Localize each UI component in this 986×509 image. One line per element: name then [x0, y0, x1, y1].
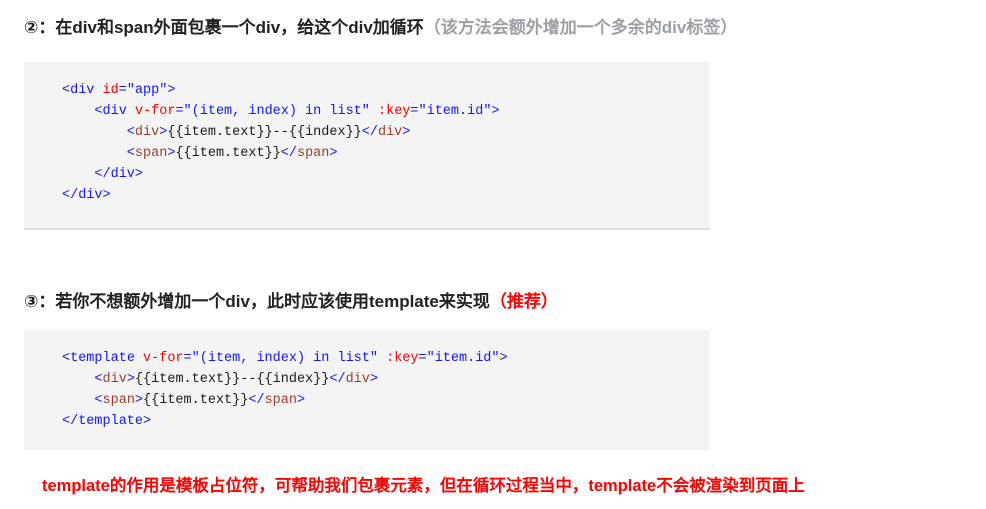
- section-note-2: （该方法会额外增加一个多余的div标签）: [423, 18, 738, 37]
- code-line: <span>{{item.text}}</span>: [24, 390, 710, 411]
- section-title-2: 在div和span外面包裹一个div，给这个div加循环: [55, 18, 424, 37]
- code-token-br: >: [102, 188, 111, 203]
- code-token-br: <: [62, 372, 103, 387]
- code-token-br: <: [62, 351, 71, 366]
- section-marker-2: ②：: [24, 18, 56, 37]
- code-token-br: </: [280, 146, 297, 161]
- code-token-br: >: [134, 393, 144, 408]
- code-token-attr: v-for: [134, 104, 176, 119]
- code-line: <div>{{item.text}}--{{index}}</div>: [24, 369, 710, 390]
- code-token-br: >: [499, 351, 508, 366]
- code-token-str: ="(item, index) in list": [175, 104, 370, 119]
- code-token-br: >: [167, 83, 176, 98]
- code-token-br: <: [62, 83, 71, 98]
- code-token-tag: div: [345, 372, 370, 387]
- code-token-br: >: [369, 372, 378, 387]
- code-token-str: ="app": [118, 83, 168, 98]
- code-token-attr: v-for: [143, 351, 184, 366]
- code-token-br: </: [62, 188, 79, 203]
- code-token-br: <: [62, 104, 103, 119]
- code-line: <span>{{item.text}}</span>: [24, 143, 710, 164]
- code-line: <div v-for="(item, index) in list" :key=…: [24, 101, 710, 122]
- code-line: </div>: [24, 164, 710, 185]
- code-token-tag: span: [134, 146, 168, 161]
- code-line: <div>{{item.text}}--{{index}}</div>: [24, 122, 710, 143]
- code-token-br: >: [329, 146, 338, 161]
- code-token-tag: span: [102, 393, 135, 408]
- tutorial-page: ②：在div和span外面包裹一个div，给这个div加循环（该方法会额外增加一…: [0, 0, 986, 509]
- code-token-tagb: div: [102, 104, 127, 119]
- code-token-br: </: [361, 125, 378, 140]
- code-block-template: <template v-for="(item, index) in list" …: [24, 330, 710, 450]
- code-token-str: ="item.id": [418, 351, 500, 366]
- code-line: <template v-for="(item, index) in list" …: [24, 348, 710, 369]
- code-token-attr: id: [102, 83, 119, 98]
- code-token-tagb: div: [78, 188, 103, 203]
- code-line: </div>: [24, 185, 710, 206]
- code-token-txt: {{item.text}}--{{index}}: [167, 125, 362, 140]
- code-token-tagb: template: [70, 351, 135, 366]
- footer-note: template的作用是模板占位符，可帮助我们包裹元素，但在循环过程当中，tem…: [42, 477, 805, 495]
- code-token-tagb: template: [78, 414, 144, 429]
- section-title-3: 若你不想额外增加一个div，此时应该使用template来实现: [55, 292, 490, 311]
- code-token-br: </: [248, 393, 265, 408]
- section-note-3: （推荐）: [489, 292, 558, 311]
- code-token-attr: :key: [386, 351, 419, 366]
- code-token-br: <: [62, 125, 135, 140]
- code-line: </template>: [24, 411, 710, 432]
- code-token-str: ="(item, index) in list": [183, 351, 378, 366]
- section-marker-3: ③：: [24, 292, 56, 311]
- code-token-txt: {{item.text}}: [175, 146, 281, 161]
- code-token-txt: {{item.text}}--{{index}}: [134, 372, 330, 387]
- section-heading-2: ②：在div和span外面包裹一个div，给这个div加循环（该方法会额外增加一…: [24, 18, 737, 38]
- code-token-br: <: [62, 146, 135, 161]
- code-token-str: ="item.id": [410, 104, 492, 119]
- code-token-tag: div: [377, 125, 403, 140]
- code-token-tag: div: [102, 372, 127, 387]
- code-line: <div id="app">: [24, 80, 710, 101]
- code-token-br: >: [134, 167, 144, 182]
- code-token-txt: {{item.text}}: [143, 393, 249, 408]
- code-token-br: </: [62, 414, 79, 429]
- code-token-br: >: [126, 372, 135, 387]
- code-token-attr: :key: [378, 104, 411, 119]
- code-token-br: </: [62, 167, 111, 182]
- code-token-tag: span: [296, 146, 330, 161]
- code-token-tagb: div: [110, 167, 135, 182]
- code-token-br: >: [491, 104, 500, 119]
- code-token-br: >: [296, 393, 306, 408]
- code-token-br: <: [62, 393, 103, 408]
- code-token-tag: div: [134, 125, 160, 140]
- code-token-tagb: div: [70, 83, 95, 98]
- code-token-tag: span: [264, 393, 297, 408]
- code-token-br: </: [329, 372, 346, 387]
- code-token-br: >: [143, 414, 152, 429]
- code-token-br: >: [402, 125, 411, 140]
- code-block-wrapper-div: <div id="app"> <div v-for="(item, index)…: [24, 62, 710, 230]
- section-heading-3: ③：若你不想额外增加一个div，此时应该使用template来实现（推荐）: [24, 292, 558, 312]
